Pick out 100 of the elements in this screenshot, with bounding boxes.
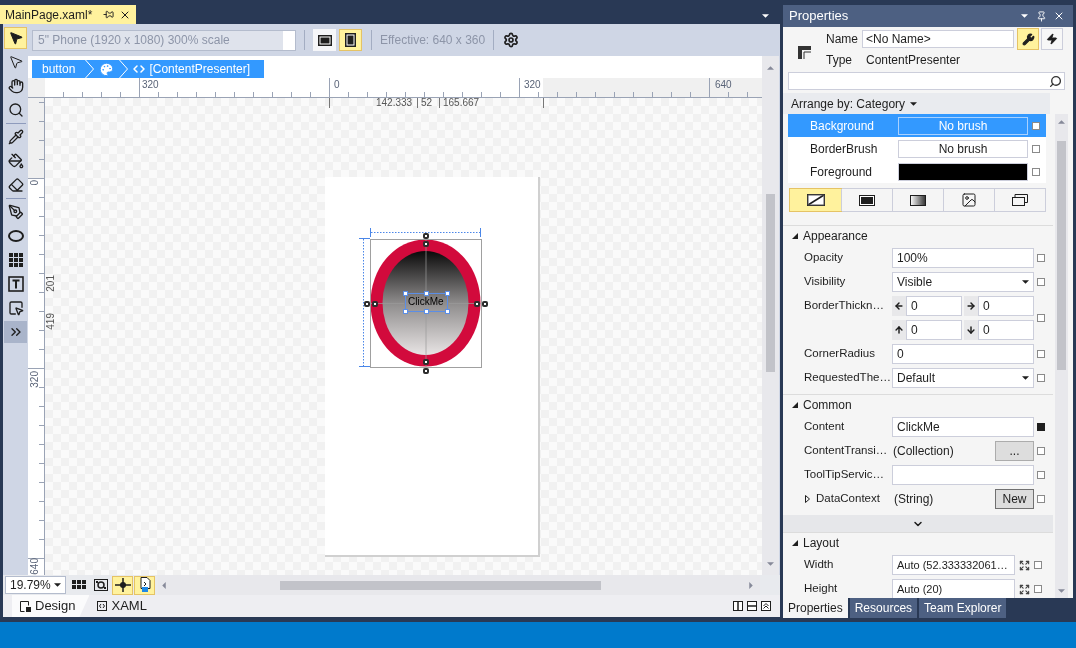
wrench-icon xyxy=(1021,32,1035,46)
up-arrow-icon xyxy=(894,325,904,335)
property-field[interactable]: Auto (52.333332061… xyxy=(892,555,1015,575)
panel-menu-icon[interactable] xyxy=(1021,14,1028,18)
code-box-icon xyxy=(97,601,108,611)
button-content-text: ClickMe xyxy=(408,296,444,308)
property-dropdown[interactable]: Default xyxy=(892,368,1034,388)
settings-icon[interactable] xyxy=(503,32,520,48)
mode-button[interactable] xyxy=(1017,28,1039,50)
lightning-icon xyxy=(1046,33,1058,45)
arrange-by-dropdown[interactable]: Arrange by: Category xyxy=(783,93,1050,114)
brush-value-field[interactable]: No brush xyxy=(898,139,1028,158)
property-marker-icon[interactable] xyxy=(1037,447,1045,455)
scroll-up-icon[interactable] xyxy=(1058,120,1065,124)
property-field[interactable]: 0 xyxy=(978,320,1034,340)
panel-tab[interactable]: Resources xyxy=(849,598,918,618)
dropdown-arrow-icon xyxy=(1022,280,1029,284)
pin-icon[interactable] xyxy=(103,9,114,20)
eraser-icon xyxy=(7,177,24,193)
ellipse-icon xyxy=(7,230,24,242)
tool-button[interactable] xyxy=(4,27,27,49)
property-field[interactable]: 0 xyxy=(906,296,962,316)
property-marker-icon[interactable] xyxy=(1032,144,1040,153)
dropdown-arrow-icon xyxy=(910,101,918,106)
orientation-button[interactable] xyxy=(339,29,362,51)
text-selection-adorner-drawing xyxy=(403,291,450,314)
name-field[interactable]: <No Name> xyxy=(862,30,1014,48)
close-icon[interactable] xyxy=(1053,10,1065,22)
panel-title: Properties xyxy=(789,7,850,26)
expand-triangle-icon[interactable] xyxy=(805,495,810,503)
collapse-pane-icon[interactable] xyxy=(761,601,771,611)
property-marker-icon[interactable] xyxy=(1037,495,1045,503)
dropdown-arrow-icon xyxy=(54,583,61,587)
expand-arrows-icon[interactable] xyxy=(1019,559,1030,571)
toggle-button[interactable] xyxy=(134,575,155,595)
solid-brush-icon xyxy=(859,194,875,206)
toggle-button[interactable] xyxy=(112,575,133,595)
property-field[interactable]: 0 xyxy=(906,320,962,340)
property-value-text: (Collection) xyxy=(892,443,955,460)
grid-icon xyxy=(71,580,86,590)
type-label: Type xyxy=(826,52,853,69)
scroll-up-icon[interactable] xyxy=(767,66,774,70)
section-header[interactable]: Appearance xyxy=(783,226,1053,246)
scroll-right-icon[interactable] xyxy=(749,581,753,589)
property-marker-icon[interactable] xyxy=(1032,167,1040,176)
new-object-button[interactable]: New xyxy=(995,489,1034,509)
brush-name: BorderBrush xyxy=(809,140,879,158)
ruler-label: 320 xyxy=(142,79,159,90)
property-marker-icon[interactable] xyxy=(1037,350,1045,358)
property-marker-icon[interactable] xyxy=(1037,374,1045,382)
property-marker-icon[interactable] xyxy=(1037,423,1045,431)
dropdown-arrow-icon xyxy=(1022,376,1029,380)
split-vertical-icon[interactable] xyxy=(733,601,743,611)
scroll-down-icon[interactable] xyxy=(767,562,774,566)
scrollbar-thumb[interactable] xyxy=(280,580,601,590)
property-marker-icon[interactable] xyxy=(1037,254,1045,262)
property-field[interactable]: Auto (20) xyxy=(892,579,1015,598)
split-horizontal-icon[interactable] xyxy=(747,601,757,611)
property-field[interactable]: 0 xyxy=(892,344,1034,364)
expand-arrows-icon[interactable] xyxy=(1019,583,1030,595)
brush-type-tab[interactable] xyxy=(790,189,841,211)
code-brackets-icon xyxy=(133,63,146,75)
panel-tab[interactable]: Team Explorer xyxy=(919,598,1007,618)
scroll-down-icon[interactable] xyxy=(1058,589,1065,593)
property-marker-icon[interactable] xyxy=(1032,121,1040,130)
property-field[interactable] xyxy=(892,465,1034,485)
property-marker-icon[interactable] xyxy=(1037,314,1045,322)
collection-editor-button[interactable]: ... xyxy=(995,441,1034,461)
property-dropdown[interactable]: Visible xyxy=(892,272,1034,292)
mode-button[interactable] xyxy=(1041,28,1063,50)
scrollbar-thumb[interactable] xyxy=(766,194,775,372)
property-label: CornerRadius xyxy=(804,346,876,362)
distance-measurement: 165.667 xyxy=(443,98,480,108)
property-field[interactable]: 0 xyxy=(978,296,1034,316)
advanced-properties-toggle[interactable] xyxy=(783,515,1053,532)
tab-overflow-icon[interactable] xyxy=(762,14,769,18)
property-marker-icon[interactable] xyxy=(1037,278,1045,286)
document-icon xyxy=(137,577,152,593)
distance-measurement: 201 xyxy=(46,275,56,292)
scroll-left-icon[interactable] xyxy=(162,581,166,589)
property-field[interactable]: ClickMe xyxy=(892,417,1034,437)
color-swatch[interactable] xyxy=(898,162,1028,181)
section-header[interactable]: Common xyxy=(783,395,1053,415)
panel-tab[interactable]: Properties xyxy=(783,598,848,618)
property-marker-icon[interactable] xyxy=(1034,585,1042,593)
scrollbar-thumb[interactable] xyxy=(1057,141,1066,370)
view-tab[interactable]: Design xyxy=(12,595,90,617)
section-toggle-icon xyxy=(792,233,798,239)
pin-icon[interactable] xyxy=(1036,10,1047,22)
view-tab[interactable]: XAML xyxy=(89,595,161,617)
property-marker-icon[interactable] xyxy=(1037,471,1045,479)
zoom-dropdown[interactable]: 19.79% xyxy=(5,576,66,594)
tool-button[interactable] xyxy=(4,321,27,343)
document-tab[interactable]: MainPage.xaml* xyxy=(0,5,136,24)
property-field[interactable]: 100% xyxy=(892,248,1034,268)
section-header[interactable]: Layout xyxy=(783,533,1053,553)
no-brush-icon xyxy=(806,194,825,206)
property-marker-icon[interactable] xyxy=(1034,561,1042,569)
property-search-field[interactable] xyxy=(788,72,1065,90)
distance-measurement: 142.333 xyxy=(376,98,413,108)
